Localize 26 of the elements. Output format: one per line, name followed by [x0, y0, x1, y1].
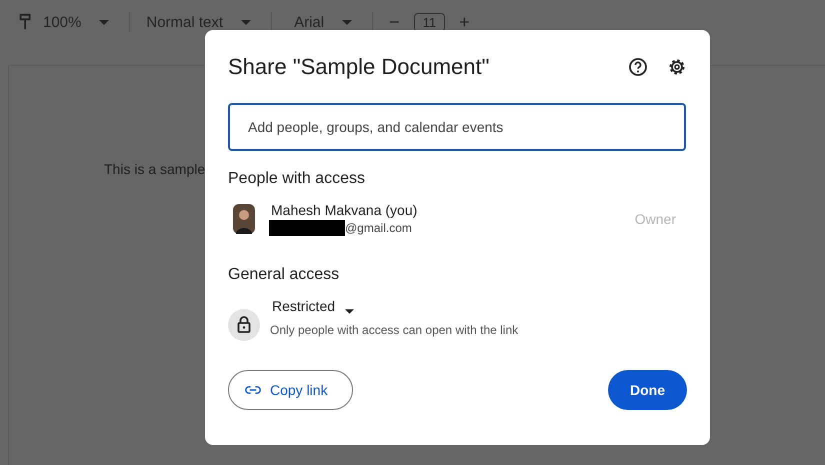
access-description: Only people with access can open with the link	[270, 323, 518, 337]
caret-icon	[99, 20, 110, 24]
person-name: Mahesh Makvana (you)	[271, 202, 418, 218]
style-select[interactable]: Normal text	[146, 14, 224, 30]
person-email: @gmail.com	[345, 221, 412, 235]
decrease-font-button[interactable]: −	[389, 12, 400, 32]
access-dropdown[interactable]: Restricted	[272, 297, 518, 314]
lock-icon	[228, 309, 260, 341]
add-people-field[interactable]: Add people, groups, and calendar events	[228, 103, 686, 151]
copy-link-button[interactable]: Copy link	[228, 370, 353, 410]
zoom-select[interactable]: 100%	[43, 14, 82, 30]
increase-font-button[interactable]: +	[459, 12, 470, 32]
settings-icon[interactable]	[667, 57, 687, 77]
dialog-title: Share "Sample Document"	[228, 54, 490, 80]
person-role: Owner	[634, 211, 676, 227]
avatar-icon	[233, 204, 255, 234]
help-icon[interactable]	[628, 57, 648, 77]
font-select[interactable]: Arial	[294, 14, 324, 30]
caret-icon	[345, 309, 354, 314]
section-heading: General access	[228, 266, 340, 284]
done-button[interactable]: Done	[608, 370, 687, 410]
caret-icon	[241, 20, 252, 24]
document-text: This is a sample	[104, 161, 206, 177]
link-icon	[245, 386, 261, 394]
section-heading: People with access	[228, 170, 366, 188]
caret-icon	[342, 20, 352, 24]
